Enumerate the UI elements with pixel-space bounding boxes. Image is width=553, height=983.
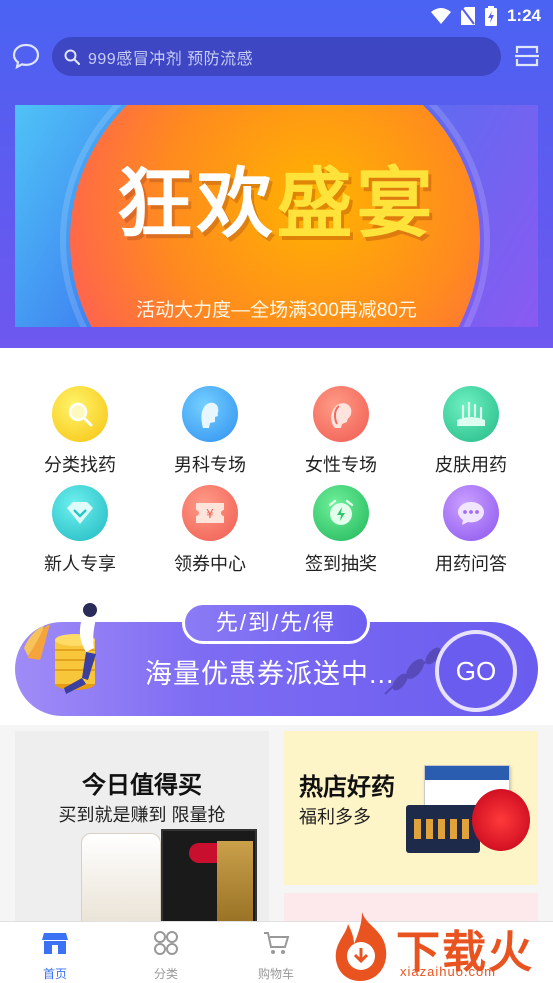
daily-deal-card[interactable]: 今日值得买 买到就是赚到 限量抢: [15, 731, 269, 933]
category-label: 男科专场: [174, 455, 246, 475]
male-head-icon: [182, 386, 238, 442]
nav-label: 分类: [153, 967, 178, 981]
watermark: 下载火 xiazaihuo.com: [328, 910, 553, 983]
category-label: 用药问答: [435, 554, 507, 574]
banner-title-yellow: 盛宴: [276, 162, 437, 247]
search-icon: [52, 386, 108, 442]
coupon-icon: ¥: [182, 485, 238, 541]
category-label: 新人专享: [44, 554, 116, 574]
alarm-clock-icon: [313, 485, 369, 541]
category-grid: 分类找药 男科专场 女性专场 皮肤用药 新人专享 ¥ 领券中心 签到抽奖 用药问…: [0, 348, 553, 580]
watermark-url: xiazaihuo.com: [400, 964, 497, 979]
search-icon: [64, 49, 80, 65]
female-head-icon: [313, 386, 369, 442]
banner-subtitle: 活动大力度—全场满300再减80元: [136, 300, 417, 321]
promo-text: 海量优惠券派送中...: [145, 659, 395, 689]
banner-title: 狂欢盛宴: [15, 167, 538, 243]
category-item-female[interactable]: 女性专场: [286, 386, 396, 477]
promo-banner[interactable]: 狂欢盛宴 活动大力度—全场满300再减80元: [15, 105, 538, 327]
category-item-coupon[interactable]: ¥ 领券中心: [155, 485, 265, 576]
promo-tag: 先/到/先/得: [182, 602, 370, 644]
flame-logo-icon: [335, 912, 387, 981]
category-item-skin[interactable]: 皮肤用药: [416, 386, 526, 477]
category-label: 皮肤用药: [435, 455, 507, 475]
nav-tab-category[interactable]: 分类: [126, 930, 206, 982]
gift-box-image: [472, 789, 530, 851]
card-title: 今日值得买: [82, 772, 202, 799]
category-label: 领券中心: [174, 554, 246, 574]
message-icon[interactable]: [12, 42, 40, 70]
card-subtitle: 福利多多: [299, 807, 371, 827]
chat-bubble-icon: [443, 485, 499, 541]
nav-label: 购物车: [257, 967, 294, 981]
diamond-icon: [52, 485, 108, 541]
product-box-image: [161, 829, 257, 931]
category-label: 女性专场: [305, 455, 377, 475]
wifi-icon: [430, 8, 451, 24]
category-item-qa[interactable]: 用药问答: [416, 485, 526, 576]
go-button[interactable]: GO: [435, 630, 517, 712]
nav-label: 首页: [42, 967, 67, 981]
banner-title-white: 狂欢: [116, 162, 277, 247]
cart-icon: [264, 932, 290, 954]
blister-pack-image: [406, 805, 480, 853]
status-bar: 1:24: [0, 0, 553, 32]
search-bar[interactable]: 999感冒冲剂 预防流感: [52, 37, 501, 76]
category-item-find-medicine[interactable]: 分类找药: [25, 386, 135, 477]
header-area: 1:24 999感冒冲剂 预防流感 狂欢盛宴 活动大力度—全场满300再减80元: [0, 0, 553, 348]
category-label: 分类找药: [44, 455, 116, 475]
home-icon: [42, 933, 68, 954]
battery-icon: [484, 6, 497, 26]
category-icon: [154, 931, 178, 955]
card-title: 热店好药: [299, 774, 395, 801]
no-sim-icon: [460, 7, 475, 25]
person-illustration-icon: [24, 603, 97, 694]
card-subtitle: 买到就是赚到 限量抢: [58, 805, 226, 825]
skin-icon: [443, 386, 499, 442]
status-time: 1:24: [506, 6, 541, 25]
category-item-newcomer[interactable]: 新人专享: [25, 485, 135, 576]
nav-tab-home[interactable]: 首页: [15, 930, 95, 982]
category-item-checkin[interactable]: 签到抽奖: [286, 485, 396, 576]
category-label: 签到抽奖: [305, 554, 377, 574]
hot-store-card[interactable]: 热店好药 福利多多: [284, 731, 538, 885]
nav-tab-cart[interactable]: 购物车: [236, 930, 316, 982]
scan-icon[interactable]: [515, 44, 539, 68]
svg-text:¥: ¥: [206, 507, 214, 521]
search-placeholder: 999感冒冲剂 预防流感: [88, 50, 254, 68]
product-image: [81, 833, 161, 933]
category-item-male[interactable]: 男科专场: [155, 386, 265, 477]
coupon-promo-section: 海量优惠券派送中... 先/到/先/得 GO: [0, 580, 553, 725]
